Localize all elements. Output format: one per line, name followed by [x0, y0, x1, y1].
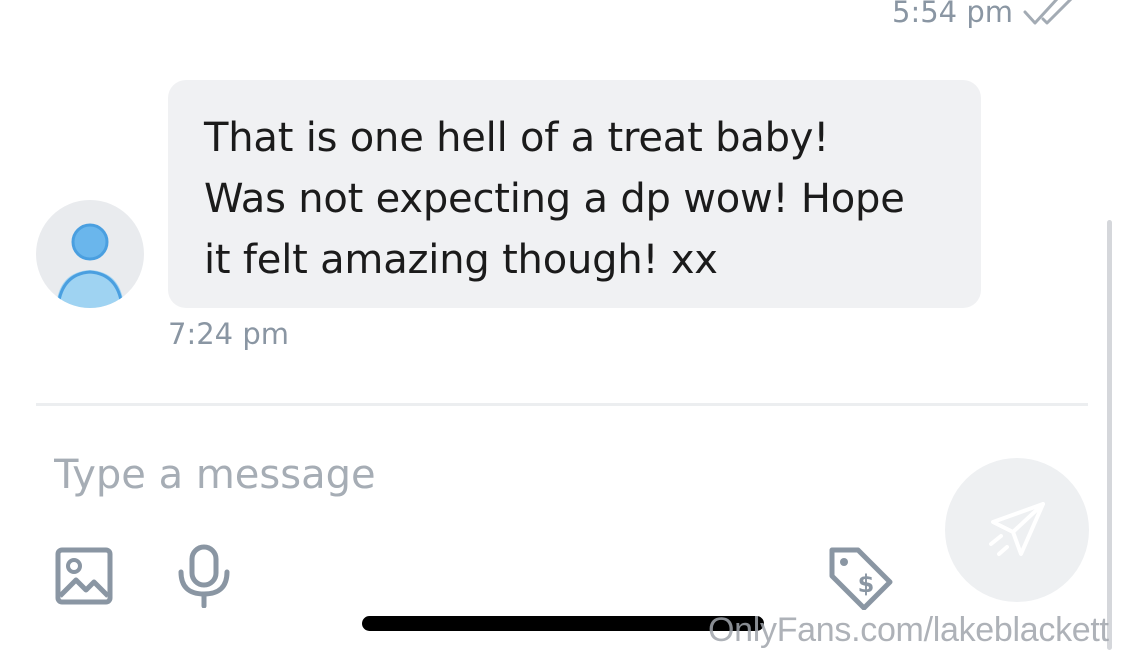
- paper-plane-icon: [989, 502, 1045, 556]
- watermark: OnlyFans.com/lakeblackett: [708, 611, 1109, 649]
- received-message-text: That is one hell of a treat baby! Was no…: [204, 115, 905, 283]
- sent-message-time: 5:54 pm: [892, 0, 1013, 29]
- svg-text:$: $: [858, 570, 875, 598]
- default-user-avatar-icon: [56, 223, 124, 308]
- double-check-icon: [1023, 0, 1073, 25]
- price-tag-icon[interactable]: $: [826, 544, 894, 610]
- home-indicator: [362, 616, 764, 631]
- scrollbar[interactable]: [1107, 220, 1112, 650]
- received-message-time: 7:24 pm: [168, 317, 289, 351]
- sent-message-meta: 5:54 pm: [892, 0, 1077, 32]
- send-button[interactable]: [945, 458, 1089, 602]
- message-input[interactable]: [36, 440, 896, 510]
- chat-screen: 5:54 pm That is one hell of a treat baby…: [0, 0, 1125, 655]
- image-icon[interactable]: [54, 546, 114, 606]
- microphone-icon[interactable]: [176, 544, 232, 608]
- composer-divider: [36, 403, 1088, 406]
- avatar[interactable]: [36, 200, 144, 308]
- received-message-bubble[interactable]: That is one hell of a treat baby! Was no…: [168, 80, 981, 308]
